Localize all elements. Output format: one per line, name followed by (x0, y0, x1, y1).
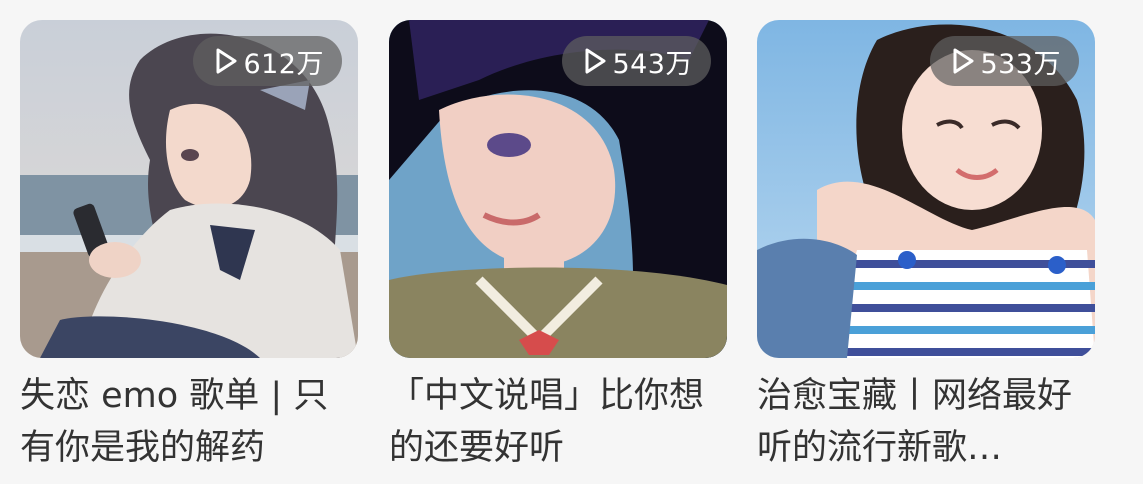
playlist-title[interactable]: 治愈宝藏丨网络最好听的流行新歌… (757, 370, 1095, 474)
play-icon (215, 48, 237, 74)
playlist-grid: 612万 失恋 emo 歌单 | 只有你是我的解药 543万 「中文说唱」比你想… (0, 0, 1143, 484)
play-icon (584, 48, 606, 74)
play-count: 612万 (243, 48, 324, 80)
playlist-cover-image[interactable]: 533万 (757, 20, 1095, 358)
playlist-card[interactable]: 533万 治愈宝藏丨网络最好听的流行新歌… (757, 20, 1095, 474)
playlist-title[interactable]: 「中文说唱」比你想的还要好听 (389, 370, 727, 474)
play-count-badge: 543万 (562, 36, 711, 86)
play-count-badge: 612万 (193, 36, 342, 86)
playlist-card[interactable]: 612万 失恋 emo 歌单 | 只有你是我的解药 (20, 20, 358, 474)
playlist-title[interactable]: 失恋 emo 歌单 | 只有你是我的解药 (20, 370, 358, 474)
playlist-card[interactable]: 543万 「中文说唱」比你想的还要好听 (389, 20, 727, 474)
play-count: 533万 (980, 48, 1061, 80)
playlist-cover-image[interactable]: 543万 (389, 20, 727, 358)
play-count-badge: 533万 (930, 36, 1079, 86)
playlist-cover-image[interactable]: 612万 (20, 20, 358, 358)
play-icon (952, 48, 974, 74)
play-count: 543万 (612, 48, 693, 80)
